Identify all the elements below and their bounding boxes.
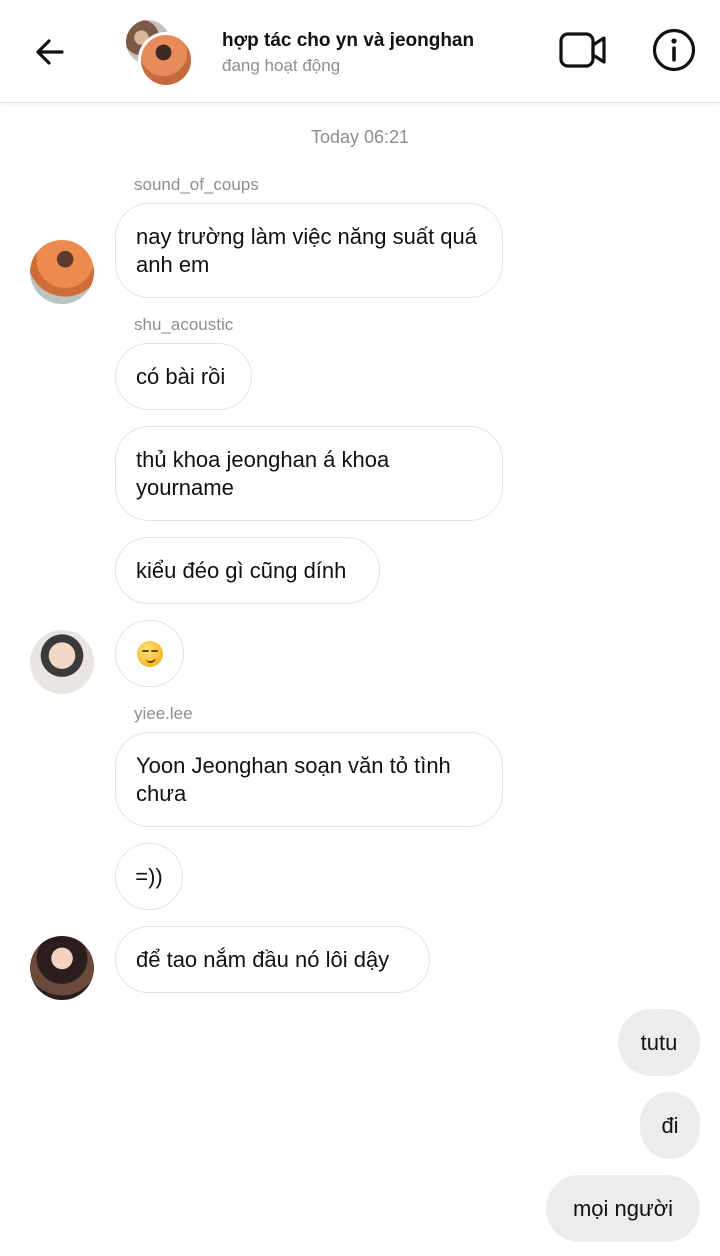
chat-header: hợp tác cho yn và jeonghan đang hoạt độn… bbox=[0, 0, 720, 103]
incoming-message[interactable]: kiểu đéo gì cũng dính bbox=[115, 537, 380, 604]
group-avatar-member-2 bbox=[138, 32, 194, 88]
avatar-yiee-lee[interactable] bbox=[30, 936, 94, 1000]
video-call-button[interactable] bbox=[556, 26, 610, 74]
incoming-message[interactable]: để tao nắm đầu nó lôi dậy bbox=[115, 926, 430, 993]
incoming-message[interactable]: nay trường làm việc năng suất quá anh em bbox=[115, 203, 503, 298]
avatar-shu-acoustic[interactable] bbox=[30, 630, 94, 694]
sender-name: shu_acoustic bbox=[134, 315, 234, 334]
video-call-icon bbox=[559, 32, 606, 68]
smirk-emoji-icon bbox=[136, 640, 163, 667]
outgoing-message[interactable]: tutu bbox=[618, 1009, 700, 1076]
back-button[interactable] bbox=[26, 28, 74, 76]
info-button[interactable] bbox=[648, 24, 700, 76]
sender-name: sound_of_coups bbox=[134, 175, 259, 194]
incoming-message[interactable]: có bài rồi bbox=[115, 343, 252, 410]
chat-timestamp: Today 06:21 bbox=[310, 127, 410, 147]
outgoing-message[interactable]: mọi người bbox=[546, 1175, 700, 1242]
group-avatar[interactable] bbox=[124, 18, 194, 88]
incoming-message[interactable]: Yoon Jeonghan soạn văn tỏ tình chưa bbox=[115, 732, 503, 827]
chat-status: đang hoạt động bbox=[222, 56, 341, 75]
avatar-sound-of-coups[interactable] bbox=[30, 240, 94, 304]
info-icon bbox=[652, 28, 696, 72]
incoming-emoji-message[interactable] bbox=[115, 620, 184, 687]
back-arrow-icon bbox=[36, 39, 64, 65]
incoming-message[interactable]: thủ khoa jeonghan á khoa yourname bbox=[115, 426, 503, 521]
outgoing-message[interactable]: đi bbox=[640, 1092, 700, 1159]
chat-screen: hợp tác cho yn và jeonghan đang hoạt độn… bbox=[0, 0, 720, 1256]
sender-name: yiee.lee bbox=[134, 704, 193, 723]
chat-title[interactable]: hợp tác cho yn và jeonghan bbox=[222, 30, 474, 52]
incoming-message[interactable]: =)) bbox=[115, 843, 183, 910]
